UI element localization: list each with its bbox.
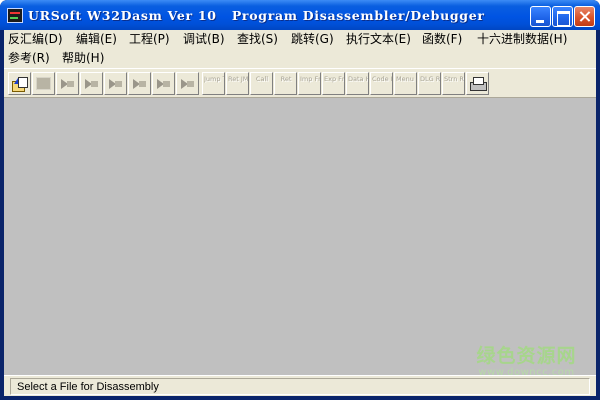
ret-label: Ret	[280, 75, 292, 83]
ret-jmp-label: Ret JMP	[228, 75, 248, 83]
exp-fn-button[interactable]: Exp Fn	[322, 72, 345, 95]
menu-execute-text[interactable]: 执行文本(E)	[346, 30, 411, 49]
menu-project[interactable]: 工程(P)	[129, 30, 170, 49]
menu-help[interactable]: 帮助(H)	[62, 49, 104, 68]
imp-fn-button[interactable]: Imp Fn	[298, 72, 321, 95]
status-text: Select a File for Disassembly	[17, 381, 159, 393]
jump-to-label: Jump To	[204, 75, 224, 83]
search-button[interactable]	[56, 72, 79, 95]
menu-refs[interactable]: 参考(R)	[8, 49, 50, 68]
menu-ref-button[interactable]: Menu REF	[394, 72, 417, 95]
open-file-button[interactable]	[8, 72, 31, 95]
disassembly-workspace[interactable]: 绿色资源网 www.downcc.com	[4, 98, 596, 378]
title-bar[interactable]: URSoft W32Dasm Ver 10 Program Disassembl…	[0, 0, 600, 30]
printer-icon	[470, 77, 487, 91]
code-hex-label: Code Hex	[372, 75, 392, 83]
status-panel: Select a File for Disassembly	[10, 378, 590, 395]
goto-icon	[108, 77, 123, 90]
exp-fn-label: Exp Fn	[324, 75, 344, 83]
ret-jmp-button[interactable]: Ret JMP	[226, 72, 249, 95]
nav-forward-button[interactable]	[176, 72, 199, 95]
watermark-title: 绿色资源网	[476, 345, 577, 367]
status-bar: Select a File for Disassembly	[4, 375, 596, 396]
open-file-icon	[12, 77, 28, 92]
app-window: URSoft W32Dasm Ver 10 Program Disassembl…	[0, 0, 600, 400]
menu-disassembler[interactable]: 反汇编(D)	[8, 30, 63, 49]
menu-search[interactable]: 查找(S)	[237, 30, 278, 49]
menu-hex-data[interactable]: 十六进制数据(H)	[477, 30, 567, 49]
close-button[interactable]	[574, 6, 595, 27]
strn-ref-label: Strn REF	[444, 75, 464, 83]
menu-bar: 反汇编(D) 编辑(E) 工程(P) 调试(B) 查找(S) 跳转(G) 执行文…	[4, 30, 596, 68]
client-area: 反汇编(D) 编辑(E) 工程(P) 调试(B) 查找(S) 跳转(G) 执行文…	[4, 30, 596, 396]
app-icon[interactable]	[7, 8, 23, 23]
goto-button[interactable]	[104, 72, 127, 95]
nav-back-button[interactable]	[152, 72, 175, 95]
save-icon	[36, 77, 51, 90]
menu-functions[interactable]: 函数(F)	[422, 30, 462, 49]
minimize-button[interactable]	[530, 6, 551, 27]
strn-ref-button[interactable]: Strn REF	[442, 72, 465, 95]
code-hex-button[interactable]: Code Hex	[370, 72, 393, 95]
window-title: URSoft W32Dasm Ver 10 Program Disassembl…	[28, 8, 485, 23]
toolbar: Jump To Ret JMP Call Ret Imp Fn Exp Fn D…	[4, 68, 596, 98]
search-icon	[60, 77, 75, 90]
goto-cursor-button[interactable]	[128, 72, 151, 95]
save-button[interactable]	[32, 72, 55, 95]
step-icon	[84, 77, 99, 90]
dlg-ref-button[interactable]: DLG REF	[418, 72, 441, 95]
dlg-ref-label: DLG REF	[420, 75, 440, 83]
jump-to-button[interactable]: Jump To	[202, 72, 225, 95]
data-hex-button[interactable]: Data Hex	[346, 72, 369, 95]
step-button[interactable]	[80, 72, 103, 95]
maximize-button[interactable]	[552, 6, 573, 27]
call-button[interactable]: Call	[250, 72, 273, 95]
print-button[interactable]	[466, 72, 489, 95]
nav-back-icon	[156, 77, 171, 90]
goto-cursor-icon	[132, 77, 147, 90]
imp-fn-label: Imp Fn	[300, 75, 320, 83]
menu-goto[interactable]: 跳转(G)	[291, 30, 334, 49]
call-label: Call	[255, 75, 269, 83]
menu-ref-label: Menu REF	[396, 75, 416, 83]
menu-debug[interactable]: 调试(B)	[183, 30, 225, 49]
data-hex-label: Data Hex	[348, 75, 368, 83]
menu-edit[interactable]: 编辑(E)	[76, 30, 117, 49]
nav-forward-icon	[180, 77, 195, 90]
watermark: 绿色资源网 www.downcc.com	[459, 345, 594, 379]
ret-button[interactable]: Ret	[274, 72, 297, 95]
